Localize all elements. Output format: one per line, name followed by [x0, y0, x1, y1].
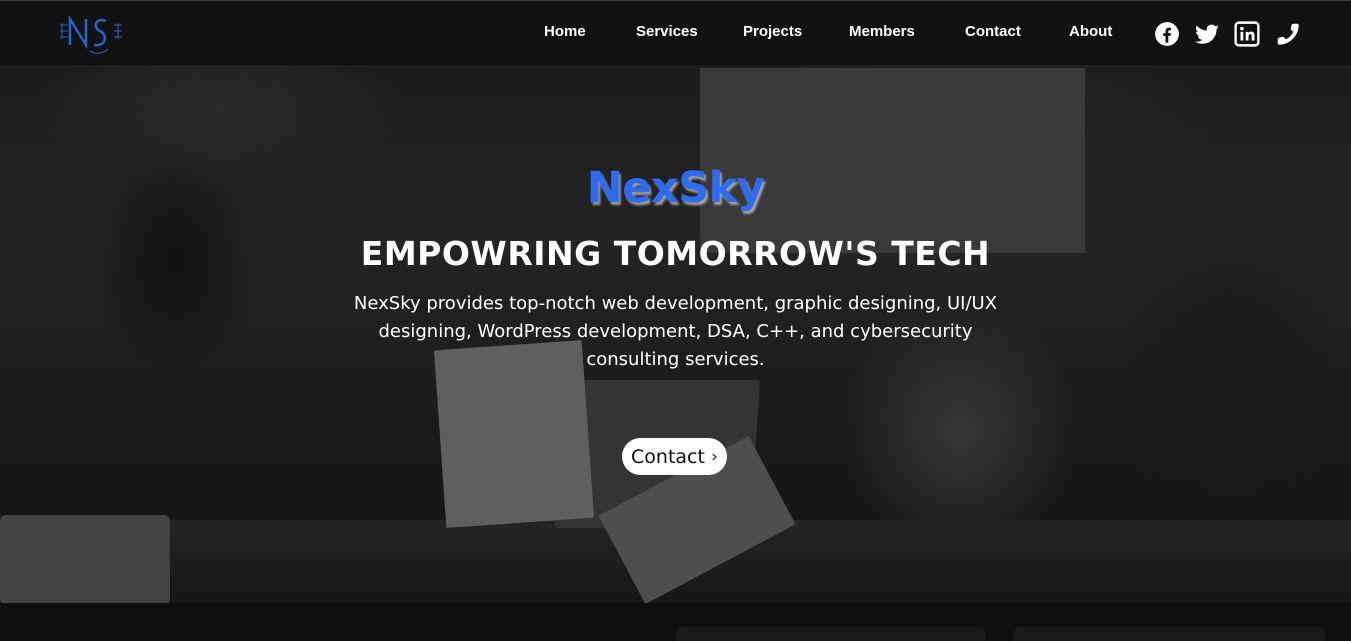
nav-services[interactable]: Services — [636, 23, 698, 40]
service-card — [676, 627, 986, 641]
nav-home[interactable]: Home — [544, 23, 586, 40]
linkedin-icon[interactable] — [1234, 21, 1260, 47]
ns-monogram-logo[interactable] — [56, 11, 126, 55]
twitter-icon[interactable] — [1194, 21, 1220, 47]
nav-contact[interactable]: Contact — [965, 23, 1021, 40]
logo-icon — [60, 14, 122, 54]
contact-button-label: Contact — [631, 445, 705, 468]
nav-members[interactable]: Members — [849, 23, 915, 40]
facebook-icon[interactable] — [1154, 21, 1180, 47]
nav-projects[interactable]: Projects — [743, 23, 802, 40]
navbar: Home Services Projects Members Contact A… — [0, 0, 1351, 65]
contact-button[interactable]: Contact › — [622, 438, 727, 475]
nav-about[interactable]: About — [1069, 23, 1112, 40]
hero-description: NexSky provides top-notch web developmen… — [353, 293, 998, 370]
hero-headline: EMPOWRING TOMORROW'S TECH — [360, 234, 991, 273]
chevron-right-icon: › — [710, 446, 718, 467]
phone-icon[interactable] — [1275, 21, 1301, 47]
hero-brand-title: NexSky — [586, 163, 765, 213]
service-card — [1013, 627, 1325, 641]
